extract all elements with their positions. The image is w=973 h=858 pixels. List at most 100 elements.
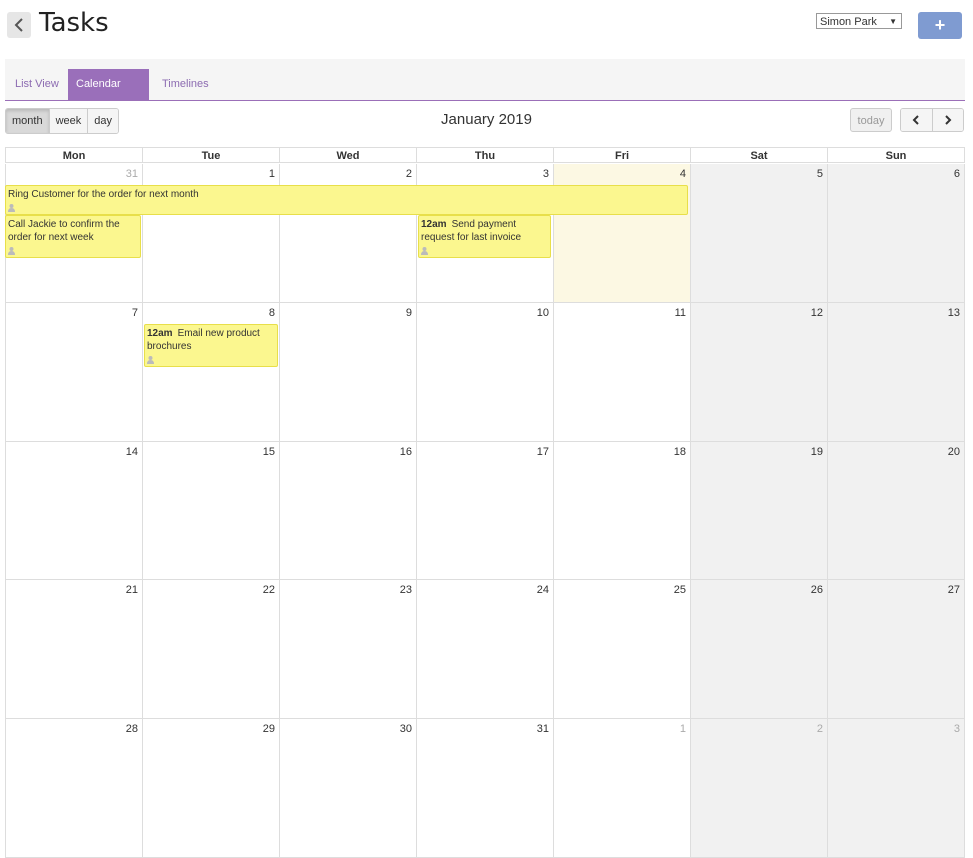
day-cell[interactable]: 22 bbox=[143, 580, 280, 719]
day-number: 27 bbox=[947, 584, 960, 596]
day-cell[interactable]: 14 bbox=[5, 442, 143, 580]
day-number: 3 bbox=[953, 723, 960, 735]
day-number: 6 bbox=[953, 168, 960, 180]
weekday-header-wed: Wed bbox=[280, 147, 417, 163]
day-cell[interactable]: 2 bbox=[691, 719, 828, 858]
chevron-left-icon bbox=[912, 115, 919, 125]
calendar-title: January 2019 bbox=[441, 111, 532, 128]
chevron-right-icon bbox=[945, 115, 952, 125]
day-cell[interactable]: 21 bbox=[5, 580, 143, 719]
day-number: 31 bbox=[536, 723, 549, 735]
chevron-left-icon bbox=[14, 18, 23, 32]
day-cell[interactable]: 30 bbox=[280, 719, 417, 858]
day-number: 30 bbox=[399, 723, 412, 735]
day-number: 7 bbox=[131, 307, 138, 319]
day-number: 3 bbox=[542, 168, 549, 180]
day-cell[interactable]: 18 bbox=[554, 442, 691, 580]
day-cell[interactable]: 12 bbox=[691, 303, 828, 442]
day-cell[interactable]: 5 bbox=[691, 164, 828, 303]
add-task-button[interactable]: + bbox=[918, 12, 962, 39]
month-calendar: Mon Tue Wed Thu Fri Sat Sun 31 1 2 3 4 5 6 7 8 9 10 11 12 13… bbox=[5, 147, 965, 858]
day-cell[interactable]: 19 bbox=[691, 442, 828, 580]
event-send-payment-request[interactable]: 12am Send payment request for last invoic… bbox=[418, 215, 551, 258]
day-number: 23 bbox=[399, 584, 412, 596]
user-select-value: Simon Park bbox=[820, 16, 877, 28]
day-number: 13 bbox=[947, 307, 960, 319]
day-number: 18 bbox=[673, 446, 686, 458]
day-cell[interactable]: 17 bbox=[417, 442, 554, 580]
day-cell[interactable]: 24 bbox=[417, 580, 554, 719]
day-number: 11 bbox=[674, 307, 686, 319]
day-number: 16 bbox=[399, 446, 412, 458]
tab-timelines[interactable]: Timelines bbox=[154, 69, 217, 100]
day-cell[interactable]: 20 bbox=[828, 442, 965, 580]
day-number: 29 bbox=[262, 723, 275, 735]
day-number: 5 bbox=[816, 168, 823, 180]
today-button[interactable]: today bbox=[850, 108, 892, 132]
event-email-brochures[interactable]: 12am Email new product brochures bbox=[144, 324, 278, 367]
person-icon bbox=[8, 247, 15, 255]
day-number: 14 bbox=[125, 446, 138, 458]
day-number: 10 bbox=[536, 307, 549, 319]
person-icon bbox=[421, 247, 428, 255]
day-cell[interactable]: 15 bbox=[143, 442, 280, 580]
weekday-header-thu: Thu bbox=[417, 147, 554, 163]
day-cell[interactable]: 13 bbox=[828, 303, 965, 442]
person-icon bbox=[147, 356, 154, 364]
day-number: 12 bbox=[810, 307, 823, 319]
day-number: 20 bbox=[947, 446, 960, 458]
dropdown-arrow-icon: ▼ bbox=[889, 17, 897, 26]
day-cell[interactable]: 1 bbox=[554, 719, 691, 858]
day-number: 4 bbox=[679, 168, 686, 180]
day-number: 21 bbox=[125, 584, 138, 596]
day-number: 28 bbox=[125, 723, 138, 735]
day-cell[interactable]: 28 bbox=[5, 719, 143, 858]
day-cell[interactable]: 3 bbox=[828, 719, 965, 858]
day-cell[interactable]: 9 bbox=[280, 303, 417, 442]
day-cell[interactable]: 27 bbox=[828, 580, 965, 719]
day-number: 2 bbox=[816, 723, 823, 735]
day-cell[interactable]: 7 bbox=[5, 303, 143, 442]
weekday-header-fri: Fri bbox=[554, 147, 691, 163]
day-number: 17 bbox=[536, 446, 549, 458]
event-ring-customer[interactable]: Ring Customer for the order for next mon… bbox=[5, 185, 688, 215]
day-number: 19 bbox=[810, 446, 823, 458]
day-cell[interactable]: 25 bbox=[554, 580, 691, 719]
day-cell[interactable]: 6 bbox=[828, 164, 965, 303]
event-title: Call Jackie to confirm the order for nex… bbox=[8, 219, 120, 243]
day-number: 31 bbox=[125, 168, 138, 180]
day-number: 25 bbox=[673, 584, 686, 596]
day-cell[interactable]: 10 bbox=[417, 303, 554, 442]
day-cell[interactable]: 31 bbox=[417, 719, 554, 858]
prev-month-button[interactable] bbox=[901, 109, 933, 131]
day-number: 1 bbox=[268, 168, 275, 180]
page-title: Tasks bbox=[39, 8, 109, 38]
calendar-nav bbox=[900, 108, 964, 132]
day-cell[interactable]: 16 bbox=[280, 442, 417, 580]
tab-list-view[interactable]: List View bbox=[7, 69, 67, 100]
tab-calendar-view[interactable]: Calendar View bbox=[68, 69, 149, 121]
day-cell[interactable]: 11 bbox=[554, 303, 691, 442]
day-cell[interactable]: 29 bbox=[143, 719, 280, 858]
day-cell[interactable]: 26 bbox=[691, 580, 828, 719]
day-cell[interactable]: 23 bbox=[280, 580, 417, 719]
day-number: 2 bbox=[405, 168, 412, 180]
user-select[interactable]: Simon Park ▼ bbox=[816, 13, 902, 29]
event-time: 12am bbox=[421, 219, 447, 230]
weekday-header-sun: Sun bbox=[828, 147, 965, 163]
back-button[interactable] bbox=[7, 12, 31, 38]
day-number: 8 bbox=[268, 307, 275, 319]
person-icon bbox=[8, 204, 15, 212]
day-number: 24 bbox=[536, 584, 549, 596]
event-call-jackie[interactable]: Call Jackie to confirm the order for nex… bbox=[5, 215, 141, 258]
day-number: 26 bbox=[810, 584, 823, 596]
event-title: Ring Customer for the order for next mon… bbox=[8, 189, 199, 200]
day-number: 15 bbox=[262, 446, 275, 458]
day-number: 9 bbox=[405, 307, 412, 319]
weekday-header-tue: Tue bbox=[143, 147, 280, 163]
event-time: 12am bbox=[147, 328, 173, 339]
next-month-button[interactable] bbox=[932, 109, 963, 131]
weekday-header-mon: Mon bbox=[5, 147, 143, 163]
view-tabs: List View Calendar View Timelines bbox=[5, 59, 965, 121]
day-number: 1 bbox=[679, 723, 686, 735]
